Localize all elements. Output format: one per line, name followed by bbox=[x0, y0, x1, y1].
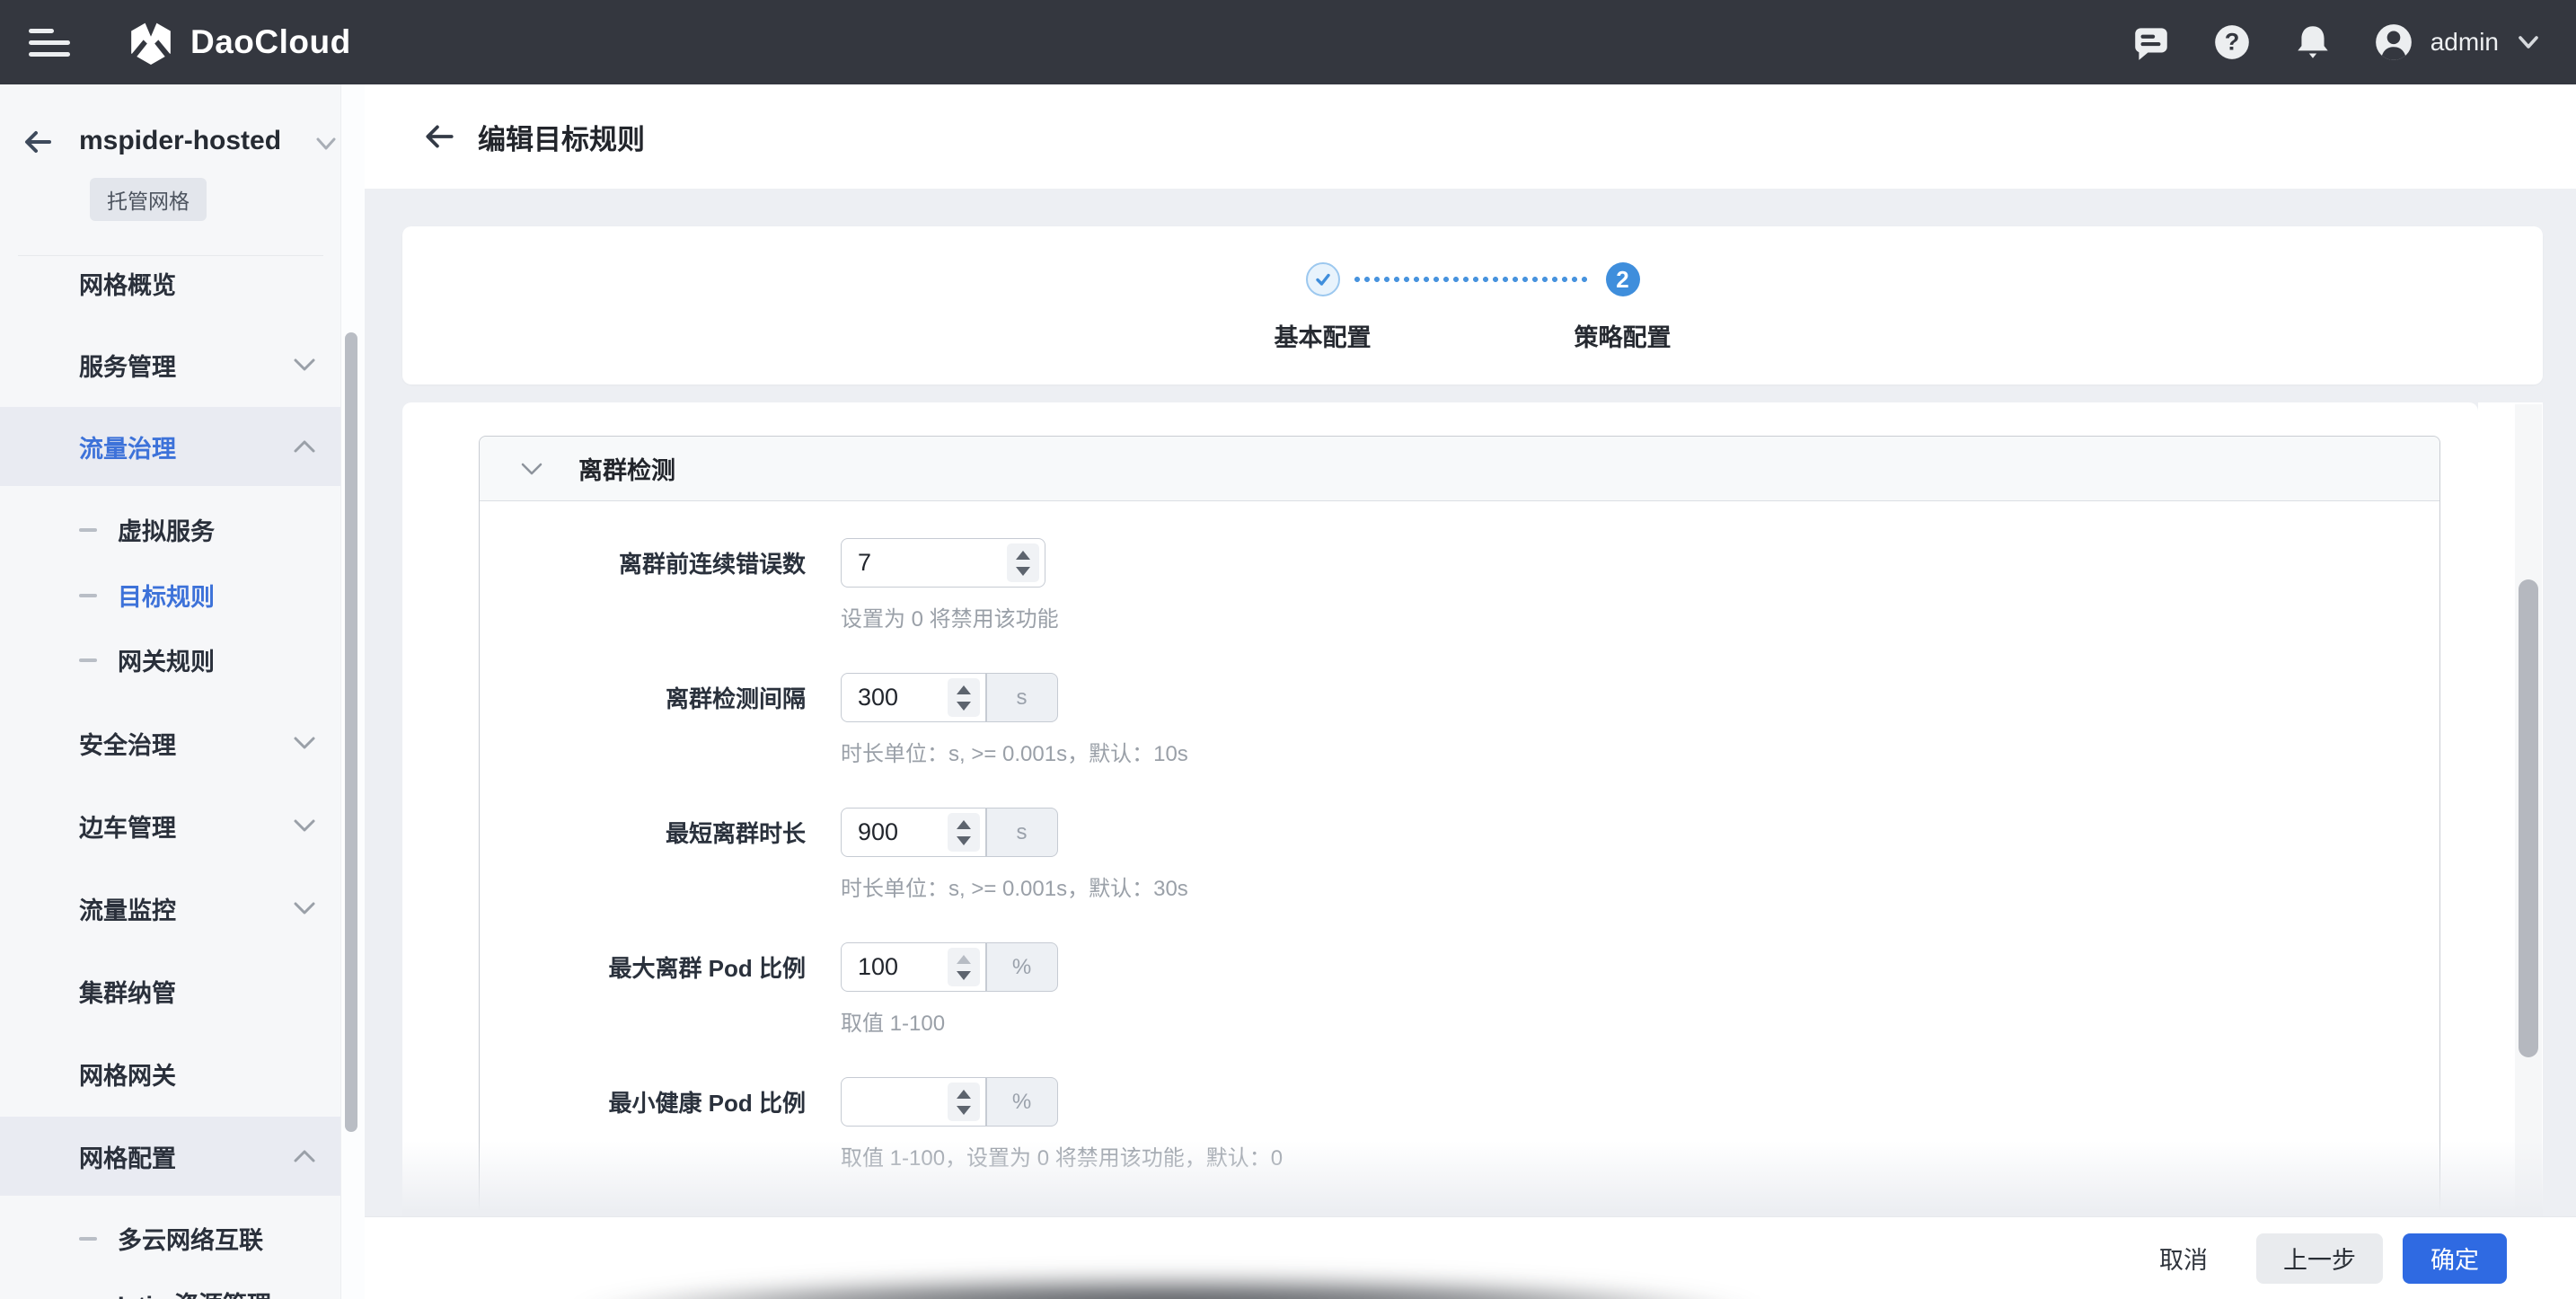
field-label: 离群检测间隔 bbox=[480, 681, 806, 714]
stepper-down-icon[interactable] bbox=[957, 702, 971, 711]
sidebar: mspider-hosted 托管网格 网格概览 服务管理 流量治理 虚拟服务 … bbox=[0, 84, 341, 1299]
field-hint: 时长单位：s, >= 0.001s，默认：10s bbox=[841, 736, 2439, 767]
dash-icon bbox=[79, 1237, 97, 1241]
chevron-down-icon bbox=[293, 901, 316, 915]
sidebar-item-multicloud-network[interactable]: 多云网络互联 bbox=[0, 1206, 341, 1271]
dash-icon bbox=[79, 658, 97, 662]
help-icon[interactable]: ? bbox=[2211, 22, 2253, 63]
page-title: 编辑目标规则 bbox=[478, 117, 645, 157]
form-row-max-ejection-percent: 最大离群 Pod 比例 % 取值 1-100 bbox=[480, 942, 2439, 1037]
field-label: 离群前连续错误数 bbox=[480, 546, 806, 579]
field-label: 最大离群 Pod 比例 bbox=[480, 950, 806, 984]
stepper-down-icon[interactable] bbox=[957, 971, 971, 980]
outlier-detection-section: 离群检测 离群前连续错误数 设置为 0 将禁用该功能 bbox=[479, 436, 2440, 1216]
stepper-up-icon[interactable] bbox=[957, 1090, 971, 1099]
confirm-button[interactable]: 确定 bbox=[2403, 1233, 2507, 1284]
field-label: 最短离群时长 bbox=[480, 816, 806, 849]
field-hint: 取值 1-100，设置为 0 将禁用该功能，默认：0 bbox=[841, 1140, 2439, 1171]
stepper-up-icon[interactable] bbox=[957, 685, 971, 694]
notification-bell-icon[interactable] bbox=[2292, 22, 2333, 63]
user-avatar-icon[interactable] bbox=[2373, 22, 2414, 63]
sidebar-item-traffic-monitor[interactable]: 流量监控 bbox=[0, 869, 341, 948]
brand-name: DaoCloud bbox=[190, 23, 351, 61]
check-icon bbox=[1311, 268, 1335, 291]
hamburger-menu-icon[interactable] bbox=[29, 24, 75, 60]
content-scrollbar-thumb[interactable] bbox=[2519, 579, 2538, 1057]
step1-done-circle[interactable] bbox=[1306, 262, 1340, 296]
sidebar-item-virtual-service[interactable]: 虚拟服务 bbox=[0, 497, 341, 562]
topbar-actions: ? admin bbox=[2091, 22, 2576, 63]
form-row-min-ejection-duration: 最短离群时长 s 时长单位：s, >= 0.001s，默认：30s bbox=[480, 808, 2439, 902]
cancel-button[interactable]: 取消 bbox=[2152, 1233, 2215, 1284]
stepper-card: 2 基本配置 策略配置 bbox=[402, 226, 2543, 384]
previous-step-button[interactable]: 上一步 bbox=[2256, 1233, 2383, 1284]
unit-label: % bbox=[986, 942, 1058, 992]
chevron-down-icon bbox=[293, 736, 316, 750]
topbar: DaoCloud ? bbox=[0, 0, 2576, 84]
step2-label: 策略配置 bbox=[1575, 318, 1672, 353]
stepper: 2 基本配置 策略配置 bbox=[1306, 262, 1640, 349]
chevron-up-icon bbox=[293, 439, 316, 454]
mesh-name[interactable]: mspider-hosted bbox=[79, 126, 281, 156]
sidebar-item-traffic-mgmt[interactable]: 流量治理 bbox=[0, 407, 341, 486]
svg-text:?: ? bbox=[2224, 27, 2239, 55]
sidebar-item-istio-resources[interactable]: Istio 资源管理 bbox=[0, 1270, 341, 1299]
number-stepper[interactable] bbox=[1007, 543, 1039, 582]
stepper-down-icon[interactable] bbox=[1016, 567, 1030, 576]
form-card: 离群检测 离群前连续错误数 设置为 0 将禁用该功能 bbox=[402, 402, 2478, 1216]
section-header[interactable]: 离群检测 bbox=[480, 437, 2439, 501]
mesh-select-chevron-icon[interactable] bbox=[313, 135, 340, 153]
field-hint: 时长单位：s, >= 0.001s，默认：30s bbox=[841, 870, 2439, 902]
stepper-dotted-line bbox=[1354, 277, 1592, 282]
unit-label: % bbox=[986, 1077, 1058, 1127]
sidebar-item-security-mgmt[interactable]: 安全治理 bbox=[0, 703, 341, 782]
stepper-up-icon[interactable] bbox=[957, 955, 971, 964]
unit-label: s bbox=[986, 673, 1058, 722]
mesh-type-badge: 托管网格 bbox=[90, 178, 207, 221]
form-row-consecutive-errors: 离群前连续错误数 设置为 0 将禁用该功能 bbox=[480, 538, 2439, 632]
sidebar-item-mesh-overview[interactable]: 网格概览 bbox=[0, 243, 341, 323]
sidebar-item-service-mgmt[interactable]: 服务管理 bbox=[0, 325, 341, 404]
sidebar-item-destination-rule[interactable]: 目标规则 bbox=[0, 562, 341, 628]
field-hint: 取值 1-100 bbox=[841, 1005, 2439, 1037]
brand[interactable]: DaoCloud bbox=[128, 19, 351, 66]
sidebar-item-mesh-gateway[interactable]: 网格网关 bbox=[0, 1034, 341, 1113]
user-menu-chevron-icon[interactable] bbox=[2513, 31, 2544, 53]
stepper-up-icon[interactable] bbox=[1016, 551, 1030, 560]
stepper-down-icon[interactable] bbox=[957, 836, 971, 845]
stepper-up-icon[interactable] bbox=[957, 820, 971, 829]
chevron-up-icon bbox=[293, 1149, 316, 1163]
sidebar-item-cluster-mgmt[interactable]: 集群纳管 bbox=[0, 951, 341, 1030]
mesh-back-icon[interactable] bbox=[22, 126, 54, 158]
sidebar-item-sidecar-mgmt[interactable]: 边车管理 bbox=[0, 786, 341, 865]
number-stepper[interactable] bbox=[948, 948, 980, 986]
number-stepper[interactable] bbox=[948, 1082, 980, 1121]
number-stepper[interactable] bbox=[948, 678, 980, 717]
message-icon[interactable] bbox=[2130, 22, 2172, 63]
chevron-down-icon bbox=[293, 358, 316, 372]
form-row-detection-interval: 离群检测间隔 s 时长单位：s, >= 0.001s，默认：10s bbox=[480, 673, 2439, 767]
stepper-down-icon[interactable] bbox=[957, 1106, 971, 1115]
username-label: admin bbox=[2430, 28, 2499, 57]
form-footer: 取消 上一步 确定 bbox=[341, 1216, 2576, 1299]
page-header: 编辑目标规则 bbox=[341, 84, 2576, 189]
field-hint: 设置为 0 将禁用该功能 bbox=[841, 601, 2439, 632]
section-collapse-chevron-icon[interactable] bbox=[519, 461, 544, 477]
step1-label: 基本配置 bbox=[1275, 318, 1372, 353]
sidebar-item-mesh-config[interactable]: 网格配置 bbox=[0, 1117, 341, 1196]
field-label: 最小健康 Pod 比例 bbox=[480, 1085, 806, 1118]
sidebar-scrollbar-thumb[interactable] bbox=[345, 332, 357, 1132]
step2-active-circle[interactable]: 2 bbox=[1606, 262, 1640, 296]
dash-icon bbox=[79, 594, 97, 597]
dash-icon bbox=[79, 528, 97, 532]
form-row-min-health-percent: 最小健康 Pod 比例 % 取值 1-100，设置为 0 将禁用该功能，默认：0 bbox=[480, 1077, 2439, 1171]
back-icon[interactable] bbox=[422, 119, 456, 154]
number-stepper[interactable] bbox=[948, 813, 980, 852]
daocloud-logo-icon bbox=[128, 19, 174, 66]
chevron-down-icon bbox=[293, 818, 316, 833]
unit-label: s bbox=[986, 808, 1058, 857]
section-title: 离群检测 bbox=[578, 451, 675, 486]
sidebar-item-gateway-rule[interactable]: 网关规则 bbox=[0, 627, 341, 693]
section-body: 离群前连续错误数 设置为 0 将禁用该功能 离群检测间隔 bbox=[480, 501, 2439, 1171]
